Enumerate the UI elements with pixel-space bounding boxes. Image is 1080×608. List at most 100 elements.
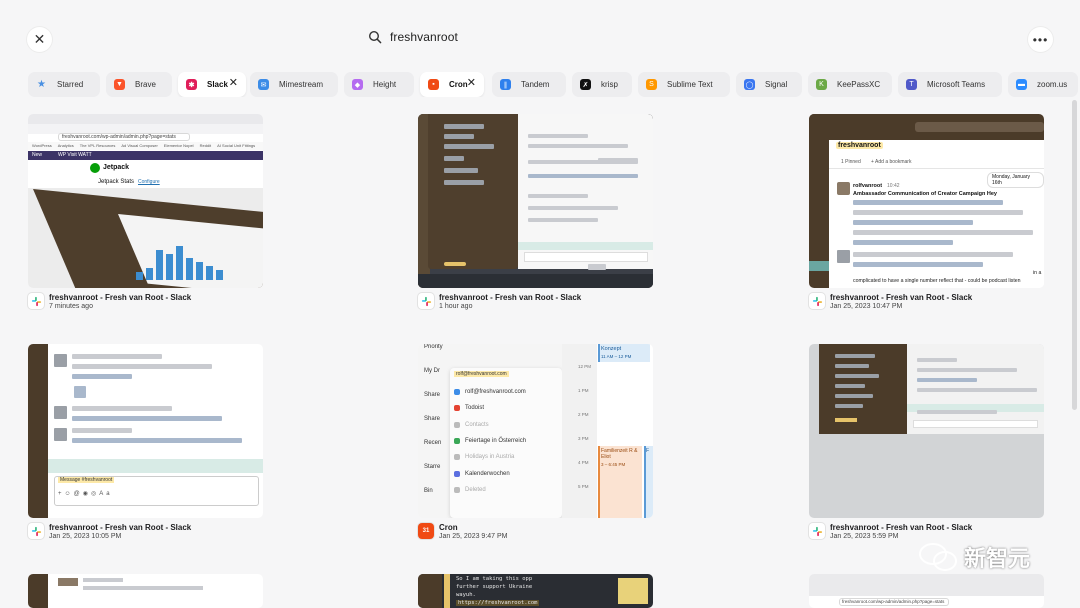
more-options-button[interactable]: ••• [1028,27,1053,52]
result-card[interactable] [28,574,263,608]
calendar-list-item: Holidays in Austria [454,449,560,465]
sidebar-label: My Dr [424,368,440,374]
redacted-block [528,194,588,198]
result-card[interactable]: freshvanroot - Fresh van Root - Slack Ja… [809,344,1044,544]
calendar-event-time: 11 AM – 12 PM [601,354,632,359]
jetpack-label: Jetpack [103,164,130,171]
result-title: freshvanroot - Fresh van Root - Slack [49,523,192,532]
chart-bar [216,270,223,280]
calendar-color-icon [454,454,460,461]
calendar-color-icon [454,470,460,477]
result-card[interactable]: freshvanroot 1 Pinned + Add a bookmark M… [809,114,1044,314]
sidebar-label: Starre [424,464,441,470]
redacted-block [444,180,484,185]
redacted-block [74,386,86,398]
chart-bar [186,258,193,280]
redacted-block [835,404,863,408]
screenshot-thumbnail [809,344,1044,518]
bookmark-item: WordPress [32,143,52,148]
filter-chip-height[interactable]: ◆ Height [344,72,414,97]
redacted-block [528,144,628,148]
redacted-block [853,262,983,267]
sidebar-label: Bin [424,488,433,494]
redacted-block [72,416,222,421]
result-title: freshvanroot - Fresh van Root - Slack [49,293,192,302]
ellipsis-icon: ••• [1032,32,1049,47]
search-bar[interactable]: freshvanroot [368,30,458,44]
calendar-color-icon [454,405,460,412]
bookmark-item: Ad Visual Composer [121,143,158,148]
calendar-list-label: Deleted [465,486,486,493]
filter-chip-cron[interactable]: ▪ Cron ✕ [420,72,484,97]
code-line: further support Ukraine [456,584,533,590]
filter-chip-label: KeePassXC [837,80,881,89]
time-label: 5 PM [578,484,589,489]
result-card[interactable]: freshvanroot - Fresh van Root - Slack 1 … [418,114,653,314]
watermark: 新智元 [918,540,1030,574]
slack-app-icon [418,293,434,309]
bookmark-item: Analytics [57,143,74,148]
calendar-list-item: Feiertage in Österreich [454,433,560,449]
redacted-block [72,406,172,411]
krisp-icon: ✗ [580,79,591,90]
calendar-event: Konzept [601,346,622,352]
calendar-list-item: rolf@freshvanroot.com [454,384,560,400]
close-icon: ✕ [33,31,46,47]
result-card[interactable]: Priority My Dr Share Share Recen Starre Bin ro… [418,344,653,544]
cron-app-icon: 31 [418,523,434,539]
bookmark-item: Elementor Nopel [163,143,194,148]
filter-chip-sublime-text[interactable]: S Sublime Text [638,72,730,97]
screenshot-thumbnail [418,114,653,288]
url-bar: freshvanroot.com/wp-admin/admin.php?page… [839,598,949,606]
admin-new: New [32,152,43,158]
result-card[interactable]: So I am taking this opp further support … [418,574,653,608]
redacted-block [72,354,162,359]
result-time: Jan 25, 2023 9:47 PM [439,533,508,540]
filter-chip-brave[interactable]: ▼ Brave [106,72,172,97]
screenshot-thumbnail [28,574,263,608]
bookmark-item: The VPL Resources [79,143,116,148]
filter-chip-label: Brave [135,80,156,89]
account-label: rolf@freshvanroot.com [454,371,509,377]
filter-chip-microsoft-teams[interactable]: T Microsoft Teams [898,72,1002,97]
filter-chip-krisp[interactable]: ✗ krisp [572,72,632,97]
calendar-list-label: Contacts [465,421,489,428]
redacted-block [917,410,997,414]
calendar-list-label: Holidays in Austria [465,454,515,461]
filter-chip-signal[interactable]: ◯ Signal [736,72,802,97]
redacted-block [853,230,1033,235]
filter-chip-starred[interactable]: ★ Starred [28,72,100,97]
result-title: freshvanroot - Fresh van Root - Slack [439,293,582,302]
redacted-block [917,358,957,362]
chart-bar [206,266,213,280]
result-card[interactable]: freshvanroot.com/wp-admin/admin.php?page… [28,114,263,314]
filter-chip-slack[interactable]: ✱ Slack ✕ [178,72,246,97]
scrollbar[interactable] [1072,100,1077,410]
result-card[interactable]: Message #freshvanroot +☺@◉◎Aa freshvanro… [28,344,263,544]
redacted-block [444,134,474,139]
redacted-block [853,200,1003,205]
chart-bar [146,268,153,280]
top-bar: ✕ freshvanroot ••• [0,0,1080,70]
calendar-list-label: Feiertage in Österreich [465,438,527,445]
result-card[interactable]: freshvanroot.com/wp-admin/admin.php?page… [809,574,1044,608]
filter-chip-mimestream[interactable]: ✉ Mimestream [250,72,338,97]
search-input[interactable]: freshvanroot [390,30,458,44]
admin-visit: WP Visit WATT [58,152,92,158]
bookmark-item: Reddit [199,143,212,148]
redacted-block [54,428,67,441]
code-line: wayuh. [456,592,476,598]
redacted-block [444,144,494,149]
remove-filter-icon[interactable]: ✕ [467,78,476,89]
brave-icon: ▼ [114,79,125,90]
remove-filter-icon[interactable]: ✕ [229,78,238,89]
calendar-list-label: Kalenderwochen [465,470,510,477]
close-button[interactable]: ✕ [27,27,52,52]
filter-chip-zoom-us[interactable]: ▬ zoom.us [1008,72,1078,97]
filter-chip-label: Sublime Text [667,80,713,89]
filter-chip-tandem[interactable]: ∥ Tandem [492,72,566,97]
time-label: 3 PM [578,436,589,441]
mimestream-icon: ✉ [258,79,269,90]
filter-chip-keepassxc[interactable]: K KeePassXC [808,72,892,97]
sublime-icon: S [646,79,657,90]
